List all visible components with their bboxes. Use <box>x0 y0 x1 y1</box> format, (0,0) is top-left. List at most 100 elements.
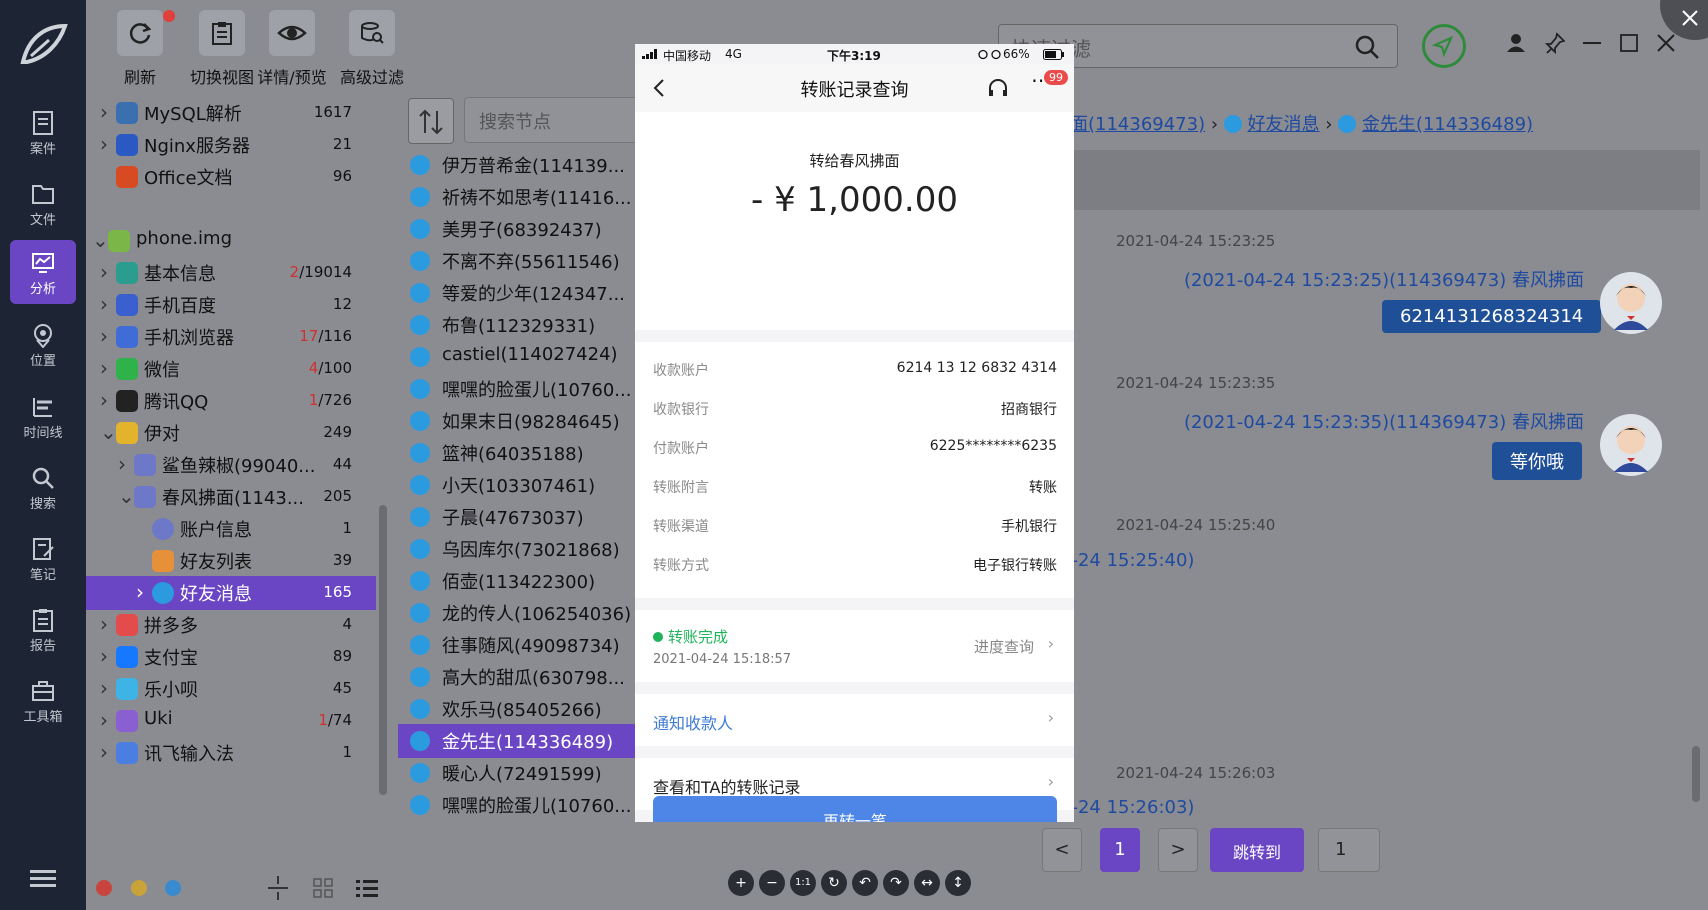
tree-node[interactable]: › 讯飞输入法 1 <box>86 736 376 770</box>
chevron-right-icon[interactable]: › <box>118 452 126 476</box>
switch-view-button[interactable]: 切换视图 <box>182 10 262 88</box>
nav-note[interactable]: 笔记 <box>10 526 76 590</box>
tree-node[interactable]: ⌄ 春风拂面(1143... 205 <box>86 480 376 514</box>
chevron-down-icon[interactable]: ⌄ <box>100 420 117 444</box>
tree-node-label: 手机百度 <box>144 296 216 317</box>
zoom-in-icon[interactable]: + <box>728 870 754 896</box>
actual-size-icon[interactable]: 1:1 <box>790 870 816 896</box>
next-page-button[interactable]: > <box>1158 828 1198 872</box>
refresh-button[interactable]: 刷新 <box>100 10 180 88</box>
tree-node[interactable]: 账户信息 1 <box>86 512 376 546</box>
chevron-right-icon[interactable]: › <box>100 100 108 124</box>
tree-node[interactable]: › MySQL解析 1617 <box>86 96 376 130</box>
message-header: 4-24 15:25:40) <box>1060 550 1195 571</box>
tree-node-label: 账户信息 <box>180 520 252 541</box>
tree-node[interactable]: › 腾讯QQ 1/726 <box>86 384 376 418</box>
advanced-filter-button[interactable]: 高级过滤 <box>332 10 412 88</box>
nav-toolbox[interactable]: 工具箱 <box>10 668 76 732</box>
nav-search[interactable]: 搜索 <box>10 455 76 519</box>
tree-node[interactable]: › Nginx服务器 21 <box>86 128 376 162</box>
rotate-left-icon[interactable]: ↶ <box>852 870 878 896</box>
tree-node[interactable]: › 鲨鱼辣椒(99040... 44 <box>86 448 376 482</box>
tree-node[interactable]: › Uki 1/74 <box>86 704 376 738</box>
nav-location[interactable]: 位置 <box>10 312 76 376</box>
messages-scrollbar[interactable] <box>1692 746 1700 802</box>
chevron-right-icon[interactable]: › <box>100 612 108 636</box>
hamburger-menu-icon[interactable] <box>30 868 56 888</box>
headset-icon[interactable] <box>987 78 1009 98</box>
nav-case[interactable]: 案件 <box>10 100 76 164</box>
user-icon[interactable] <box>1506 33 1526 53</box>
close-icon[interactable] <box>1657 34 1675 52</box>
alarm-icon <box>978 49 1001 60</box>
prev-page-button[interactable]: < <box>1042 828 1082 872</box>
minimize-icon[interactable] <box>1583 42 1601 46</box>
chevron-down-icon[interactable]: ⌄ <box>118 484 135 508</box>
pin-icon[interactable] <box>1545 32 1565 54</box>
details-preview-button[interactable]: 详情/预览 <box>252 10 332 88</box>
jump-page-input[interactable]: 1 <box>1318 828 1380 872</box>
contact-name: 子晨(47673037) <box>442 508 584 529</box>
message-bubble[interactable]: 等你哦 <box>1492 442 1582 480</box>
tree-node[interactable]: › 拼多多 4 <box>86 608 376 642</box>
tree-node[interactable]: › 微信 4/100 <box>86 352 376 386</box>
maximize-icon[interactable] <box>1620 34 1638 52</box>
tree-node[interactable]: › 好友消息 165 <box>86 576 376 610</box>
page-1-button[interactable]: 1 <box>1100 828 1140 872</box>
tree-node[interactable]: 好友列表 39 <box>86 544 376 578</box>
reset-icon[interactable]: ↻ <box>821 870 847 896</box>
tree-node-count: 21 <box>332 135 352 153</box>
tree-node-label: 好友消息 <box>180 584 252 605</box>
tree-node[interactable]: › 基本信息 2/19014 <box>86 256 376 290</box>
send-button[interactable] <box>1422 24 1466 68</box>
transfer-again-button[interactable]: 再转一笔 <box>653 796 1057 822</box>
chevron-right-icon[interactable]: › <box>100 260 108 284</box>
nav-timeline[interactable]: 时间线 <box>10 384 76 448</box>
list-view-icon[interactable] <box>356 878 378 898</box>
breadcrumb-contact[interactable]: 金先生(114336489) <box>1362 114 1533 135</box>
chevron-right-icon[interactable]: › <box>100 356 108 380</box>
contact-name: 小天(103307461) <box>442 476 596 497</box>
message-bubble[interactable]: 6214131268324314 <box>1382 300 1602 333</box>
breadcrumb-friend-messages[interactable]: 好友消息 <box>1248 114 1320 135</box>
chevron-right-icon[interactable]: › <box>100 708 108 732</box>
nav-label: 文件 <box>29 213 56 228</box>
chevron-right-icon[interactable]: › <box>100 292 108 316</box>
zoom-out-icon[interactable]: − <box>759 870 785 896</box>
rotate-right-icon[interactable]: ↷ <box>883 870 909 896</box>
flip-vertical-icon[interactable]: ↕ <box>945 870 971 896</box>
tree-node[interactable]: ⌄ 伊对 249 <box>86 416 376 450</box>
breadcrumb-account[interactable]: 面(114369473) <box>1070 114 1205 135</box>
contact-name: 暖心人(72491599) <box>442 764 602 785</box>
search-icon[interactable] <box>1354 34 1380 60</box>
flip-horizontal-icon[interactable]: ↔ <box>914 870 940 896</box>
tree-node[interactable]: › 手机百度 12 <box>86 288 376 322</box>
grid-view-icon[interactable] <box>313 878 333 898</box>
tree-scrollbar[interactable] <box>379 505 387 795</box>
contact-name: 嘿嘿的脸蛋儿(10760... <box>442 380 632 401</box>
chevron-right-icon[interactable]: › <box>100 740 108 764</box>
chevron-right-icon[interactable]: › <box>136 580 144 604</box>
nav-report[interactable]: 报告 <box>10 597 76 661</box>
collapse-icon[interactable] <box>268 876 288 900</box>
avatar <box>1600 272 1662 334</box>
progress-query-link[interactable]: 进度查询 <box>974 636 1034 657</box>
chevron-right-icon[interactable]: › <box>100 132 108 156</box>
jump-to-button[interactable]: 跳转到 <box>1210 828 1304 872</box>
detail-value: 6225********6235 <box>929 438 1057 454</box>
tree-node[interactable]: ⌄ phone.img <box>86 224 376 258</box>
tree-node[interactable]: › 手机浏览器 17/116 <box>86 320 376 354</box>
notify-recipient-row[interactable]: 通知收款人 › <box>635 694 1074 746</box>
tree-node[interactable]: › 支付宝 89 <box>86 640 376 674</box>
tree-node[interactable]: › 乐小呗 45 <box>86 672 376 706</box>
nav-analysis[interactable]: 分析 <box>10 240 76 304</box>
chevron-down-icon[interactable]: ⌄ <box>92 228 109 252</box>
back-arrow-icon[interactable] <box>653 78 665 98</box>
chevron-right-icon[interactable]: › <box>100 388 108 412</box>
chevron-right-icon[interactable]: › <box>100 644 108 668</box>
chevron-right-icon[interactable]: › <box>100 676 108 700</box>
tree-node[interactable]: Office文档 96 <box>86 160 376 194</box>
chevron-right-icon[interactable]: › <box>100 324 108 348</box>
nav-file[interactable]: 文件 <box>10 171 76 235</box>
location-icon <box>34 324 52 348</box>
